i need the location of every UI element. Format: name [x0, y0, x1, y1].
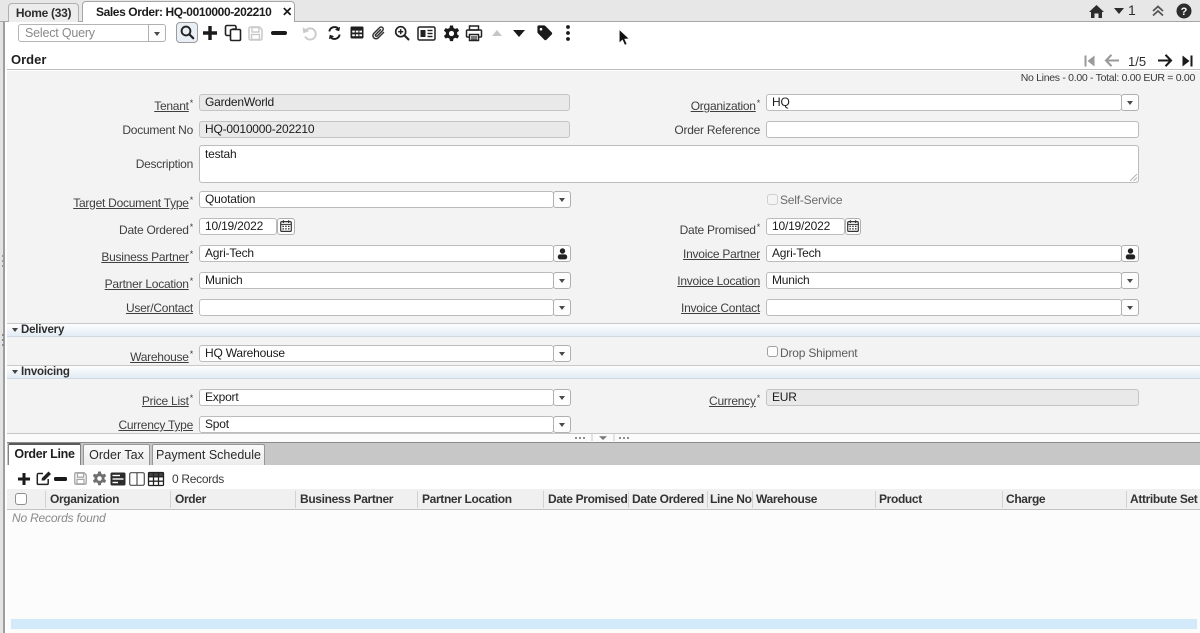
svg-text:?: ? [1181, 6, 1188, 18]
